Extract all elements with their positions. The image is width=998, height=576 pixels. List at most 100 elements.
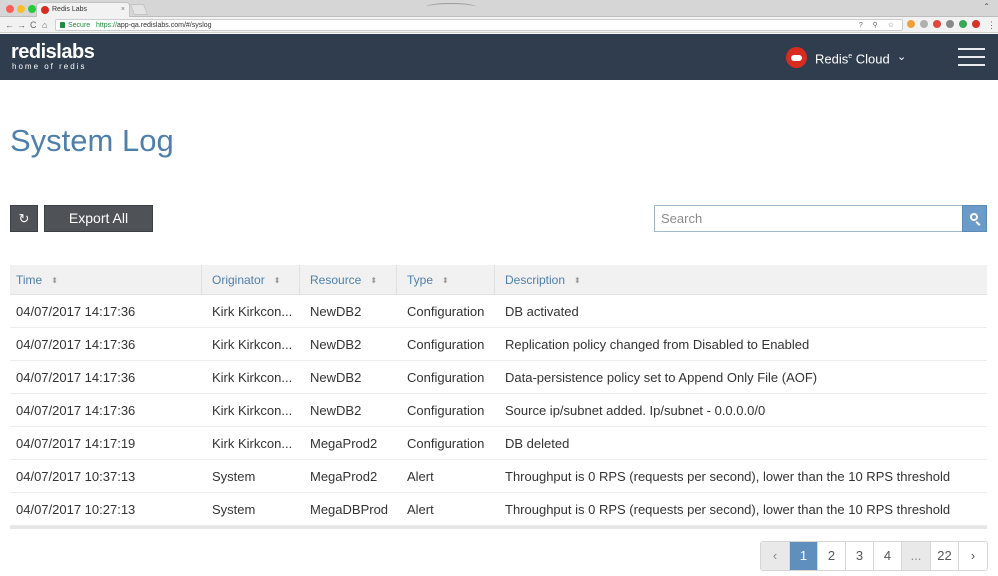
logo-tagline: home of redis [12,62,87,71]
url-field[interactable]: Secure https://app-qa.redislabs.com/#/sy… [55,19,903,31]
extension-icon[interactable] [959,20,967,28]
table-row[interactable]: 04/07/2017 14:17:36 Kirk Kirkcon... NewD… [10,295,987,328]
column-header-description[interactable]: Description ⬍ [505,265,581,295]
refresh-button[interactable]: ↻ [10,205,38,232]
extension-icon[interactable] [946,20,954,28]
table-row[interactable]: 04/07/2017 14:17:19 Kirk Kirkcon... Mega… [10,427,987,460]
sort-icon: ⬍ [574,275,581,285]
browser-tab-strip: Redis Labs × ⌃ [0,0,998,17]
sort-icon: ⬍ [442,275,449,285]
cell-resource: MegaProd2 [310,469,378,484]
sort-icon: ⬍ [370,275,378,285]
column-header-originator[interactable]: Originator ⬍ [212,265,280,295]
cell-type: Configuration [407,403,485,418]
url-path: app-qa.redislabs.com/#/syslog [117,22,212,29]
cell-time: 04/07/2017 14:17:36 [16,403,136,418]
browser-address-bar: ← → C ⌂ Secure https://app-qa.redislabs.… [0,17,998,33]
extension-icon[interactable] [972,20,980,28]
redislabs-logo[interactable]: redislabs [11,41,95,63]
back-icon[interactable]: ← [5,19,14,31]
page-1-button[interactable]: 1 [790,542,818,570]
previous-page-button[interactable]: ‹ [761,542,790,570]
table-row[interactable]: 04/07/2017 10:27:13 System MegaDBProd Al… [10,493,987,526]
omnibox-icons[interactable]: ? ⚲ ☆ [859,20,898,31]
page-3-button[interactable]: 3 [846,542,874,570]
export-all-button[interactable]: Export All [44,205,153,232]
search-icon [970,213,978,221]
page-title: System Log [10,123,174,158]
cell-type: Configuration [407,337,485,352]
new-tab-button[interactable] [129,4,149,15]
extension-icon[interactable] [933,20,941,28]
page-2-button[interactable]: 2 [818,542,846,570]
cell-description: Source ip/subnet added. Ip/subnet - 0.0.… [505,403,766,418]
cell-description: DB deleted [505,436,570,451]
cell-type: Configuration [407,436,485,451]
cell-originator: Kirk Kirkcon... [212,403,293,418]
cell-time: 04/07/2017 10:27:13 [16,502,136,517]
tab-title: Redis Labs [52,6,88,13]
product-name: Redise Cloud [815,49,890,67]
cell-originator: Kirk Kirkcon... [212,436,293,451]
redis-favicon-icon [41,6,49,14]
hamburger-menu-icon[interactable] [958,48,985,68]
cell-resource: MegaProd2 [310,436,378,451]
profile-silhouette-icon [426,3,476,11]
pagination-ellipsis: ... [902,542,931,570]
search-input[interactable] [654,205,962,232]
system-log-table: Time ⬍ Originator ⬍ Resource ⬍ Type ⬍ Descri… [10,265,987,529]
page-22-button[interactable]: 22 [931,542,959,570]
cell-originator: Kirk Kirkcon... [212,304,293,319]
column-header-type[interactable]: Type ⬍ [407,265,449,295]
secure-label: Secure [68,22,91,29]
close-window-icon[interactable] [6,5,14,13]
cell-time: 04/07/2017 14:17:36 [16,304,136,319]
url-text: https://app-qa.redislabs.com/#/syslog [96,20,212,31]
cell-description: Replication policy changed from Disabled… [505,337,810,352]
redis-cloud-icon [786,47,807,68]
cell-time: 04/07/2017 14:17:36 [16,337,136,352]
app-header: redislabs home of redis Redise Cloud ⌄ [0,34,998,80]
cell-resource: NewDB2 [310,337,362,352]
table-row[interactable]: 04/07/2017 14:17:36 Kirk Kirkcon... NewD… [10,361,987,394]
cell-type: Alert [407,502,434,517]
cell-type: Configuration [407,304,485,319]
window-control-icon[interactable]: ⌃ [983,2,990,11]
table-header: Time ⬍ Originator ⬍ Resource ⬍ Type ⬍ Descri… [10,265,987,295]
tab-close-icon[interactable]: × [121,4,125,16]
extension-icon[interactable] [907,20,915,28]
extension-icon[interactable] [920,20,928,28]
pagination: ‹ 1 2 3 4 ... 22 › [760,541,988,571]
browser-tab[interactable]: Redis Labs × [36,2,130,17]
cell-time: 04/07/2017 14:17:19 [16,436,136,451]
home-icon[interactable]: ⌂ [42,19,47,31]
cell-description: Throughput is 0 RPS (requests per second… [505,469,951,484]
cell-description: Throughput is 0 RPS (requests per second… [505,502,951,517]
cell-originator: Kirk Kirkcon... [212,370,293,385]
cell-resource: NewDB2 [310,304,362,319]
cell-resource: NewDB2 [310,403,362,418]
cell-type: Configuration [407,370,485,385]
cell-time: 04/07/2017 10:37:13 [16,469,136,484]
forward-icon[interactable]: → [17,19,26,31]
cell-time: 04/07/2017 14:17:36 [16,370,136,385]
cell-originator: System [212,469,256,484]
maximize-window-icon[interactable] [28,5,36,13]
reload-icon[interactable]: C [30,19,37,31]
refresh-icon: ↻ [18,211,30,226]
table-row[interactable]: 04/07/2017 14:17:36 Kirk Kirkcon... NewD… [10,328,987,361]
search-button[interactable] [962,205,987,232]
column-header-resource[interactable]: Resource ⬍ [310,265,377,295]
page-4-button[interactable]: 4 [874,542,902,570]
table-row[interactable]: 04/07/2017 10:37:13 System MegaProd2 Ale… [10,460,987,493]
cell-resource: MegaDBProd [310,502,389,517]
cell-type: Alert [407,469,434,484]
column-header-time[interactable]: Time ⬍ [16,265,58,295]
browser-menu-icon[interactable]: ⋮ [987,19,996,31]
sort-icon: ⬍ [51,275,58,285]
table-row[interactable]: 04/07/2017 14:17:36 Kirk Kirkcon... NewD… [10,394,987,427]
cell-description: Data-persistence policy set to Append On… [505,370,818,385]
product-name-suffix: Cloud [852,51,890,67]
minimize-window-icon[interactable] [17,5,25,13]
next-page-button[interactable]: › [959,542,987,570]
